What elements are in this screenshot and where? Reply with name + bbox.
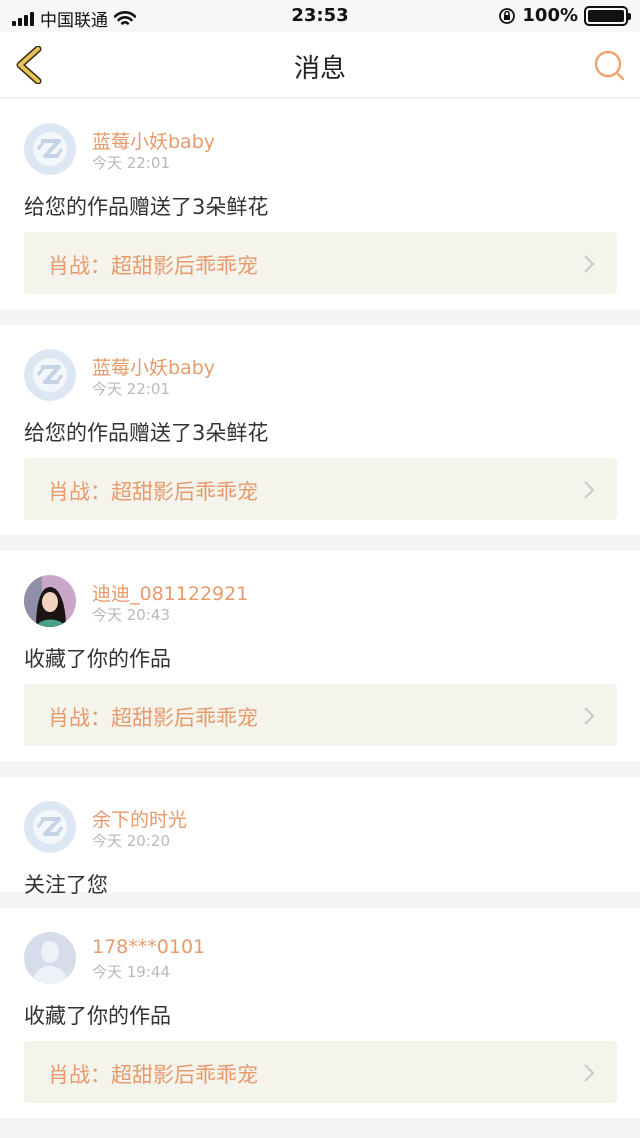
message-card: 178***0101 今天 19:44 收藏了你的作品 肖战：超甜影后乖乖宠 — [0, 908, 640, 1118]
chevron-right-icon — [584, 255, 595, 273]
message-time: 今天 20:20 — [92, 832, 170, 850]
message-card: 迪迪_081122921 今天 20:43 收藏了你的作品 肖战：超甜影后乖乖宠 — [0, 551, 640, 761]
sender-name[interactable]: 迪迪_081122921 — [92, 579, 248, 606]
message-time: 今天 22:01 — [92, 154, 170, 172]
chevron-right-icon — [584, 1064, 595, 1082]
logo-icon — [24, 349, 76, 401]
sender-name[interactable]: 178***0101 — [92, 936, 205, 958]
battery-icon — [584, 5, 631, 26]
message-card: 蓝莓小妖baby 今天 22:01 给您的作品赠送了3朵鲜花 肖战：超甜影后乖乖… — [0, 325, 640, 535]
sender-name[interactable]: 蓝莓小妖baby — [92, 353, 215, 380]
page-title: 消息 — [293, 54, 346, 84]
message-text: 关注了您 — [24, 873, 108, 897]
message-text: 给您的作品赠送了3朵鲜花 — [24, 421, 269, 445]
logo-icon — [24, 123, 76, 175]
work-link[interactable]: 肖战：超甜影后乖乖宠 — [24, 684, 617, 746]
chevron-right-icon — [584, 707, 595, 725]
message-text: 收藏了你的作品 — [24, 647, 171, 671]
work-link[interactable]: 肖战：超甜影后乖乖宠 — [24, 458, 617, 520]
message-time: 今天 22:01 — [92, 380, 170, 398]
default-logo-avatar[interactable] — [24, 801, 76, 853]
message-text: 收藏了你的作品 — [24, 1004, 171, 1028]
work-link[interactable]: 肖战：超甜影后乖乖宠 — [24, 1041, 617, 1103]
chevron-right-icon — [584, 481, 595, 499]
default-logo-avatar[interactable] — [24, 123, 76, 175]
message-list: 蓝莓小妖baby 今天 22:01 给您的作品赠送了3朵鲜花 肖战：超甜影后乖乖… — [0, 99, 640, 1134]
status-bar: 中国联通 23:53 100% — [0, 0, 640, 32]
nav-bar: 消息 — [0, 32, 640, 98]
search-icon[interactable] — [592, 48, 626, 82]
work-link[interactable]: 肖战：超甜影后乖乖宠 — [24, 232, 617, 294]
work-title: 肖战：超甜影后乖乖宠 — [48, 706, 258, 730]
default-user-icon — [24, 932, 76, 984]
default-logo-avatar[interactable] — [24, 349, 76, 401]
user-photo-icon — [24, 575, 76, 627]
photo-avatar[interactable] — [24, 575, 76, 627]
work-title: 肖战：超甜影后乖乖宠 — [48, 1063, 258, 1087]
message-text: 给您的作品赠送了3朵鲜花 — [24, 195, 269, 219]
sender-name[interactable]: 余下的时光 — [92, 805, 187, 832]
sender-name[interactable]: 蓝莓小妖baby — [92, 127, 215, 154]
status-right: 100% — [498, 5, 631, 26]
message-card: 蓝莓小妖baby 今天 22:01 给您的作品赠送了3朵鲜花 肖战：超甜影后乖乖… — [0, 99, 640, 309]
message-card: 余下的时光 今天 20:20 关注了您 — [0, 777, 640, 897]
orientation-lock-icon — [499, 7, 516, 24]
work-title: 肖战：超甜影后乖乖宠 — [48, 254, 258, 278]
battery-percent: 100% — [522, 5, 578, 26]
logo-icon — [24, 801, 76, 853]
message-time: 今天 19:44 — [92, 963, 170, 981]
message-time: 今天 20:43 — [92, 606, 170, 624]
silhouette-avatar[interactable] — [24, 932, 76, 984]
work-title: 肖战：超甜影后乖乖宠 — [48, 480, 258, 504]
